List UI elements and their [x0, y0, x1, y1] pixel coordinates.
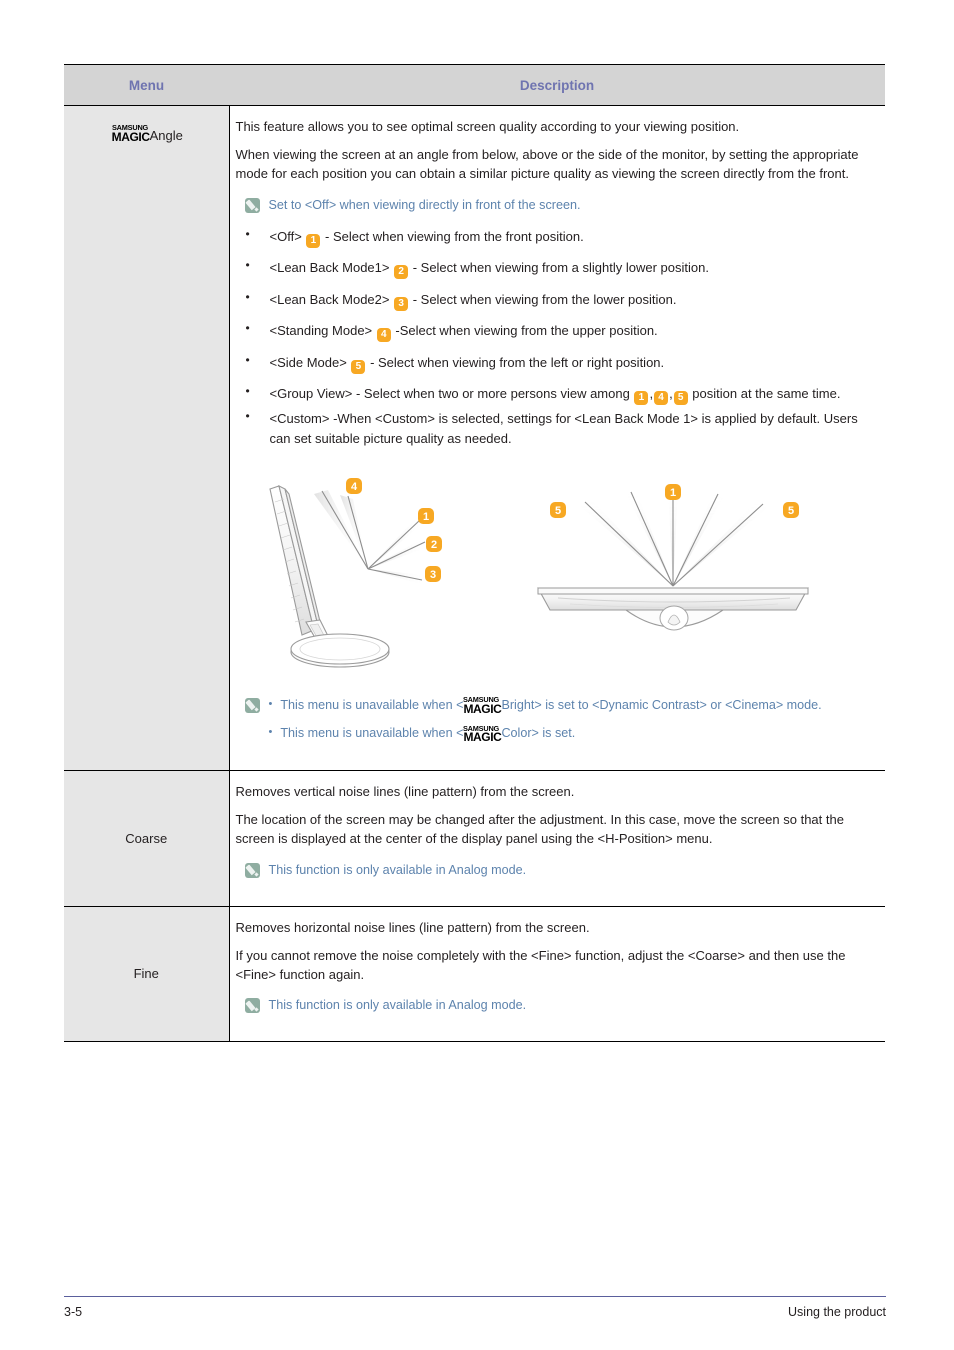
note-text: This function is only available in Analo…	[268, 862, 527, 877]
table-row-coarse: Coarse Removes vertical noise lines (lin…	[64, 769, 885, 907]
list-item: <Off> 1 - Select when viewing from the f…	[244, 226, 882, 248]
list-item: <Lean Back Mode1> 2 - Select when viewin…	[244, 257, 882, 280]
top-view-monitor	[537, 487, 810, 631]
number-badge-5: 5	[351, 359, 366, 374]
table-row-magic-angle: SAMSUNG MAGIC Angle This feature allows …	[64, 105, 885, 771]
option-label: <Off>	[269, 228, 306, 244]
list-item: <Side Mode> 5 - Select when viewing from…	[244, 352, 882, 374]
paragraph: Removes vertical noise lines (line patte…	[235, 783, 575, 799]
menu-cell-coarse: Coarse	[64, 769, 230, 907]
note-text-post: Color> is set.	[501, 726, 576, 741]
samsung-magic-logo: SAMSUNG MAGIC	[463, 695, 502, 716]
description-cell-magic-angle: This feature allows you to see optimal s…	[229, 105, 885, 771]
note-text-post: Bright> is set to <Dynamic Contrast> or …	[501, 697, 822, 712]
pencil-note-icon	[244, 862, 260, 878]
number-badge-3: 3	[394, 296, 409, 311]
option-description: - Select when viewing from the lower pos…	[409, 291, 677, 307]
list-item: <Lean Back Mode2> 3 - Select when viewin…	[244, 289, 882, 311]
number-badge-5: 5	[673, 391, 688, 406]
side-view-badges: 4 1 2 3	[346, 477, 443, 582]
option-label: <Group View> - Select when two or more p…	[269, 386, 634, 402]
page-footer: 3-5 Using the product	[64, 1296, 886, 1319]
option-description: - Select when viewing from the left or r…	[366, 354, 665, 370]
note-item-text: This menu is unavailable when < SAMSUNG MA…	[280, 696, 821, 716]
samsung-magic-logo: SAMSUNG MAGIC	[111, 123, 150, 144]
note-text: Set to <Off> when viewing directly in fr…	[268, 197, 581, 212]
paragraph: When viewing the screen at an angle from…	[235, 146, 859, 181]
number-badge-1: 1	[634, 391, 649, 406]
option-description: -Select when viewing from the upper posi…	[391, 323, 658, 339]
option-description: - Select when viewing from the front pos…	[321, 228, 584, 244]
paragraph: This feature allows you to see optimal s…	[235, 119, 740, 134]
svg-text:5: 5	[555, 505, 561, 517]
description-cell-coarse: Removes vertical noise lines (line patte…	[229, 769, 885, 907]
note-item: • This menu is unavailable when < SAMSUNG…	[269, 724, 822, 744]
note-body: • This menu is unavailable when < SAMSUNG…	[269, 696, 822, 744]
note-callout-bottom: • This menu is unavailable when < SAMSUNG…	[244, 696, 882, 744]
menu-cell-fine: Fine	[64, 905, 230, 1043]
table-header-row: Menu Description	[64, 64, 885, 106]
column-header-description: Description	[229, 64, 885, 106]
number-badge-4: 4	[376, 328, 391, 343]
note-callout: This function is only available in Analo…	[244, 861, 882, 880]
magicangle-title: SAMSUNG MAGIC Angle	[112, 124, 183, 143]
viewing-angle-illustration: 4 1 2 3 5 1 5	[236, 470, 882, 680]
number-badge-2: 2	[394, 265, 409, 280]
list-item: <Standing Mode> 4 -Select when viewing f…	[244, 320, 882, 343]
pencil-note-icon	[244, 197, 260, 213]
note-callout-top: Set to <Off> when viewing directly in fr…	[244, 196, 882, 215]
svg-text:4: 4	[351, 481, 358, 493]
mode-option-list: <Off> 1 - Select when viewing from the f…	[236, 226, 882, 448]
settings-table: Menu Description SAMSUNG MAGIC Angle Thi…	[64, 64, 885, 1043]
svg-text:1: 1	[670, 487, 676, 499]
pencil-note-icon	[244, 697, 260, 713]
option-label: <Lean Back Mode2>	[269, 291, 394, 307]
svg-text:2: 2	[431, 539, 437, 551]
list-item-group-view: <Group View> - Select when two or more p…	[244, 383, 882, 406]
note-text-pre: This menu is unavailable when <	[280, 726, 464, 741]
number-badge-4: 4	[654, 391, 669, 406]
table-row-fine: Fine Removes horizontal noise lines (lin…	[64, 905, 885, 1043]
document-page: Menu Description SAMSUNG MAGIC Angle Thi…	[0, 0, 954, 1350]
note-text-pre: This menu is unavailable when <	[280, 697, 464, 712]
note-item-text: This menu is unavailable when < SAMSUNG MA…	[280, 724, 575, 744]
menu-cell-magic-angle: SAMSUNG MAGIC Angle	[64, 105, 230, 771]
option-description: - Select when viewing from a slightly lo…	[409, 260, 709, 276]
note-callout: This function is only available in Analo…	[244, 996, 882, 1015]
samsung-magic-logo: SAMSUNG MAGIC	[463, 723, 502, 745]
pencil-note-icon	[244, 998, 260, 1014]
description-cell-fine: Removes horizontal noise lines (line pat…	[229, 905, 885, 1043]
footer-page-number: 3-5	[64, 1305, 83, 1319]
side-view-monitor	[269, 484, 426, 668]
paragraph: If you cannot remove the noise completel…	[235, 947, 846, 982]
svg-text:5: 5	[788, 505, 794, 517]
option-description: position at the same time.	[688, 386, 841, 402]
bullet-dot: •	[268, 726, 273, 739]
svg-text:1: 1	[423, 511, 429, 523]
footer-section-title: Using the product	[788, 1305, 886, 1319]
option-label: <Lean Back Mode1>	[269, 260, 394, 276]
option-label: <Side Mode>	[269, 354, 351, 370]
angle-diagram-svg: 4 1 2 3 5 1 5	[269, 477, 810, 668]
paragraph: Removes horizontal noise lines (line pat…	[235, 919, 590, 935]
number-badge-1: 1	[306, 233, 321, 248]
svg-text:3: 3	[430, 569, 436, 581]
bullet-dot: •	[268, 697, 273, 710]
column-header-menu: Menu	[64, 64, 229, 106]
note-item: • This menu is unavailable when < SAMSUNG…	[269, 696, 822, 716]
note-text: This function is only available in Analo…	[268, 998, 527, 1013]
menu-label: Angle	[149, 128, 183, 144]
list-item-custom: <Custom> -When <Custom> is selected, set…	[244, 408, 882, 447]
option-label: <Standing Mode>	[269, 323, 376, 339]
paragraph: The location of the screen may be change…	[235, 811, 844, 846]
